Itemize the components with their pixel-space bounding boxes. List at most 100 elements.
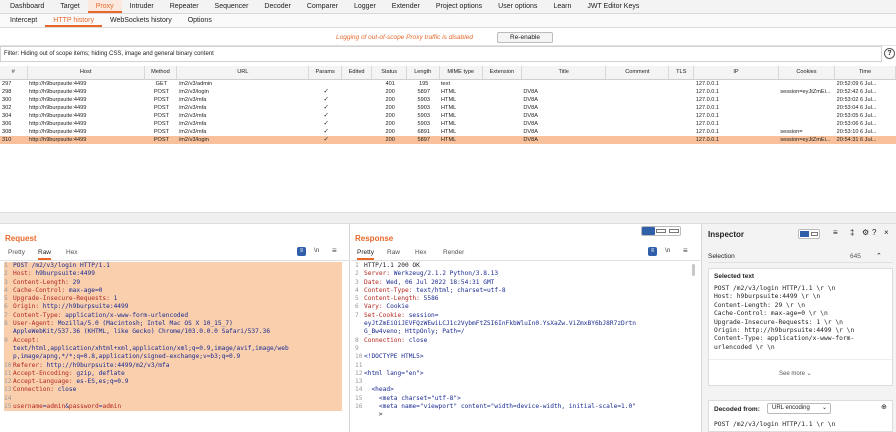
subtab-options[interactable]: Options xyxy=(180,14,220,27)
scrollbar[interactable] xyxy=(692,264,695,276)
column-header[interactable]: URL xyxy=(176,66,310,80)
re-enable-button[interactable]: Re-enable xyxy=(497,32,553,43)
help-icon[interactable]: ? xyxy=(884,48,895,59)
selected-text-line: Host: h9burpsuite:4499 \r \n xyxy=(714,293,821,301)
request-tab-pretty[interactable]: Pretty xyxy=(8,249,25,256)
code-line: 6 Vary: Cookie xyxy=(355,303,690,311)
response-tab-raw[interactable]: Raw xyxy=(387,249,400,256)
request-editor[interactable]: 1 POST /m2/v3/login HTTP/1.1 2 Host: h9burp… xyxy=(4,262,342,412)
cell-url: /m2/v3/mfa xyxy=(178,104,207,111)
cell-method: GET xyxy=(155,80,168,87)
selection-row[interactable]: Selection 645 ⌃ xyxy=(708,252,893,263)
code-line: 2 Host: h9burpsuite:4499 xyxy=(4,270,342,279)
wrap-icon[interactable]: ≡ xyxy=(297,247,306,256)
column-header[interactable]: Cookies xyxy=(778,66,836,80)
tab-project-options[interactable]: Project options xyxy=(428,0,490,13)
settings-icon[interactable]: ⚙ xyxy=(862,228,869,237)
selected-text-line: Origin: http://h9burpsuite:4499 \r \n xyxy=(714,327,855,335)
tab-logger[interactable]: Logger xyxy=(346,0,384,13)
pane-divider[interactable] xyxy=(0,212,896,224)
cell-host: http://h9burpsuite:4499 xyxy=(29,128,87,135)
tab-dashboard[interactable]: Dashboard xyxy=(2,0,52,13)
table-row[interactable]: 298 http://h9burpsuite:4499 POST/m2/v3/log… xyxy=(0,88,896,96)
decoded-from-label: Decoded from: xyxy=(714,406,760,413)
chevron-up-icon[interactable]: ⌃ xyxy=(876,252,882,260)
tab-comparer[interactable]: Comparer xyxy=(299,0,346,13)
table-row[interactable]: 300 http://h9burpsuite:4499 POST/m2/v3/mfa… xyxy=(0,96,896,104)
help-icon[interactable]: ? xyxy=(872,228,876,237)
tab-user-options[interactable]: User options xyxy=(490,0,545,13)
line-number: 14 xyxy=(4,394,12,402)
request-tab-hex[interactable]: Hex xyxy=(66,249,78,256)
cell-edited xyxy=(341,79,371,88)
tab-decoder[interactable]: Decoder xyxy=(256,0,298,13)
response-tab-render[interactable]: Render xyxy=(443,249,464,256)
column-header[interactable]: Host xyxy=(27,66,145,80)
cell-params: ✓ xyxy=(308,135,342,144)
column-header[interactable]: # xyxy=(0,66,28,80)
column-header[interactable]: Method xyxy=(144,66,178,80)
code-line: 13 xyxy=(355,378,690,386)
collapse-icon[interactable]: ‡ xyxy=(850,228,854,237)
tab-intruder[interactable]: Intruder xyxy=(122,0,162,13)
column-header[interactable]: Params xyxy=(308,66,342,80)
notice-bar: Logging of out-of-scope Proxy traffic is… xyxy=(0,29,896,46)
subtab-websockets-history[interactable]: WebSockets history xyxy=(102,14,180,27)
column-header[interactable]: MIME type xyxy=(439,66,483,80)
line-number: 5 xyxy=(355,295,359,303)
tab-target[interactable]: Target xyxy=(52,0,87,13)
request-tab-raw[interactable]: Raw xyxy=(38,249,52,260)
tab-extender[interactable]: Extender xyxy=(384,0,428,13)
column-header[interactable]: Extension xyxy=(482,66,522,80)
column-header[interactable]: TLS xyxy=(668,66,695,80)
filter-bar[interactable]: Filter: Hiding out of scope items; hidin… xyxy=(0,46,882,62)
decoding-select[interactable]: URL encoding ⌄ xyxy=(767,403,831,414)
response-panel: Response Pretty Raw Hex Render ≡ \n ≡ 1 HTTP… xyxy=(351,224,700,432)
response-editor[interactable]: 1 HTTP/1.1 200 OK 2 Server: Werkzeug/2.1.2 … xyxy=(355,262,690,420)
newline-icon[interactable]: \n xyxy=(665,247,670,254)
see-more-link[interactable]: See more ⌄ xyxy=(779,370,812,377)
subtab-http-history[interactable]: HTTP history xyxy=(45,14,102,27)
column-header[interactable]: Edited xyxy=(341,66,373,80)
cell-time: 20:54:31 6 Jul... xyxy=(834,135,896,144)
code-line: 14 <head> xyxy=(355,386,690,394)
menu-icon[interactable]: ≡ xyxy=(332,246,337,255)
cell-tls xyxy=(669,96,694,104)
add-icon[interactable]: ⊕ xyxy=(881,403,887,411)
newline-icon[interactable]: \n xyxy=(314,247,319,254)
column-header[interactable]: Length xyxy=(406,66,440,80)
column-header[interactable]: Status xyxy=(371,66,407,80)
line-text: Date: Wed, 06 Jul 2022 18:54:31 GMT xyxy=(364,278,495,286)
table-row[interactable]: 310 http://h9burpsuite:4499 POST/m2/v3/log… xyxy=(0,135,896,144)
cell-length: 5897 xyxy=(406,135,439,144)
menu-icon[interactable]: ≡ xyxy=(683,246,688,255)
line-text: <!DOCTYPE HTML5> xyxy=(364,353,424,361)
inspector-layout-toggle[interactable] xyxy=(798,229,820,239)
table-row[interactable]: 304 http://h9burpsuite:4499 POST/m2/v3/mfa… xyxy=(0,112,896,120)
table-row[interactable]: 308 http://h9burpsuite:4499 POST/m2/v3/mfa… xyxy=(0,128,896,136)
line-text: Accept: xyxy=(13,336,40,344)
tab-learn[interactable]: Learn xyxy=(545,0,579,13)
code-line: eyJtZmEiOiJEVFQzWEwiLCJ1c2VybmFtZSI6InFk… xyxy=(355,320,690,328)
column-header[interactable]: Comment xyxy=(605,66,670,80)
tab-proxy[interactable]: Proxy xyxy=(87,0,122,13)
table-row[interactable]: 302 http://h9burpsuite:4499 POST/m2/v3/mfa… xyxy=(0,104,896,112)
close-icon[interactable]: × xyxy=(884,228,889,237)
line-text: Origin: http://h9burpsuite:4499 xyxy=(13,303,129,311)
subtab-intercept[interactable]: Intercept xyxy=(2,14,45,27)
wrap-icon[interactable]: ≡ xyxy=(648,247,657,256)
tab-sequencer[interactable]: Sequencer xyxy=(207,0,257,13)
cell-cookies xyxy=(778,96,834,104)
align-icon[interactable]: ≡ xyxy=(833,228,838,237)
column-header[interactable]: Time xyxy=(834,66,896,80)
tab-jwt-editor-keys[interactable]: JWT Editor Keys xyxy=(579,0,647,13)
cell-length: 5903 xyxy=(417,104,430,111)
table-row[interactable]: 297 http://h9burpsuite:4499 GET/m2/v3/admi… xyxy=(0,79,896,88)
layout-toggle[interactable] xyxy=(641,226,681,236)
tab-repeater[interactable]: Repeater xyxy=(162,0,207,13)
column-header[interactable]: IP xyxy=(693,66,779,80)
table-row[interactable]: 306 http://h9burpsuite:4499 POST/m2/v3/mfa… xyxy=(0,120,896,128)
response-tab-pretty[interactable]: Pretty xyxy=(357,249,374,260)
column-header[interactable]: Title xyxy=(521,66,607,80)
response-tab-hex[interactable]: Hex xyxy=(415,249,427,256)
